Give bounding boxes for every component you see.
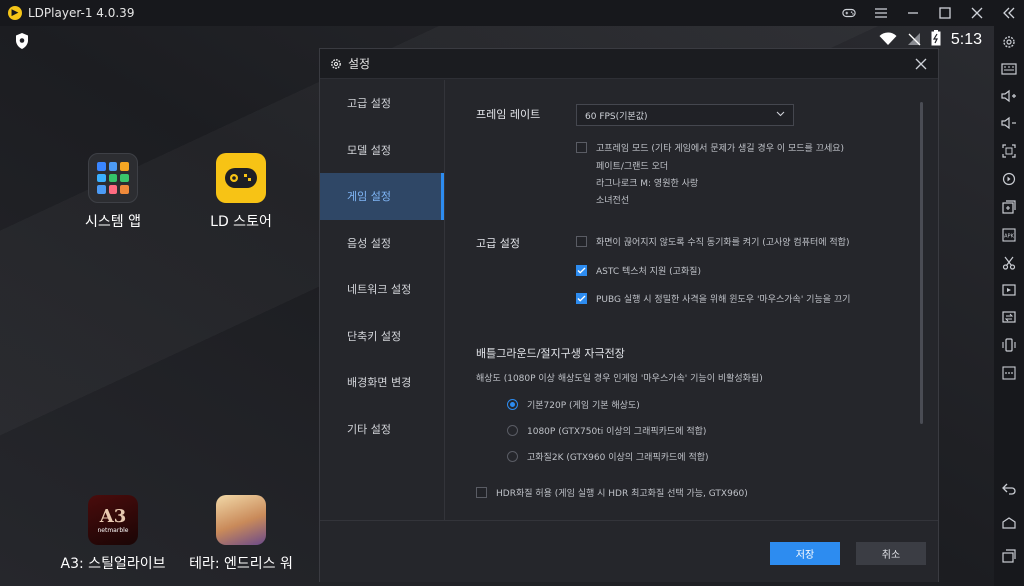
high-frame-mode-option[interactable]: 고프레임 모드 (기타 게임에서 문제가 생길 경우 이 모드를 끄세요) <box>576 141 844 154</box>
advanced-label: 고급 설정 <box>476 237 520 250</box>
app-label: LD 스토어 <box>210 214 272 230</box>
maximize-icon[interactable] <box>938 6 952 20</box>
dialog-title: 설정 <box>348 57 371 71</box>
app-tera-endless-war[interactable]: 테라: 엔드리스 워 <box>186 495 296 573</box>
app-badge: netmarble <box>97 527 129 534</box>
app-label: A3: 스틸얼라이브 <box>60 556 166 572</box>
resolution-radio[interactable] <box>507 425 518 436</box>
more-options-icon[interactable] <box>1001 365 1017 381</box>
high-frame-mode-label: 고프레임 모드 (기타 게임에서 문제가 생길 경우 이 모드를 끄세요) <box>596 144 845 154</box>
battery-icon <box>931 30 941 50</box>
back-icon[interactable] <box>1001 481 1017 497</box>
wifi-icon <box>879 31 897 50</box>
content-scrollbar[interactable] <box>920 102 923 424</box>
cancel-button[interactable]: 취소 <box>856 542 926 565</box>
pubg-mouse-accel-label: PUBG 실행 시 정밀한 사격을 위해 윈도우 '마우스가속' 기능을 끄기 <box>596 295 851 305</box>
nav-network-settings[interactable]: 네트워크 설정 <box>320 266 444 313</box>
nav-wallpaper-change[interactable]: 배경화면 변경 <box>320 359 444 406</box>
sync-icon[interactable] <box>1001 171 1017 187</box>
minimize-icon[interactable] <box>906 6 920 20</box>
fullscreen-icon[interactable] <box>1001 143 1017 159</box>
resolution-radio[interactable] <box>507 399 518 410</box>
pubg-mouse-accel-option[interactable]: PUBG 실행 시 정밀한 사격을 위해 윈도우 '마우스가속' 기능을 끄기 <box>576 292 850 305</box>
app-label: 테라: 엔드리스 워 <box>189 556 293 572</box>
astc-option[interactable]: ASTC 텍스처 지원 (고화질) <box>576 264 701 277</box>
resolution-radio[interactable] <box>507 451 518 462</box>
gamepad-icon[interactable] <box>842 6 856 20</box>
chevron-down-icon <box>776 110 785 120</box>
no-signal-icon <box>907 31 921 50</box>
record-video-icon[interactable] <box>1001 282 1017 298</box>
dialog-header: 설정 <box>320 49 938 79</box>
resolution-option-2k[interactable]: 고화질2K (GTX960 이상의 그래픽카드에 적합) <box>507 450 709 463</box>
ldplayer-logo-icon: ▶ <box>8 6 22 20</box>
emulator-toolbar: APK <box>994 26 1024 586</box>
resolution-label: 1080P (GTX750ti 이상의 그래픽카드에 적합) <box>527 427 707 437</box>
shake-icon[interactable] <box>1001 337 1017 353</box>
app-system-apps[interactable]: 시스템 앱 <box>58 153 168 231</box>
settings-dialog: 설정 고급 설정 모델 설정 게임 설정 음성 설정 네트워크 설정 단축키 설… <box>319 48 939 582</box>
volume-up-icon[interactable] <box>1001 88 1017 104</box>
settings-gear-icon <box>330 58 342 70</box>
vsync-label: 화면이 끊어지지 않도록 수직 동기화를 켜기 (고사양 컴퓨터에 적합) <box>596 238 850 248</box>
app-a3-still-alive[interactable]: A3 netmarble A3: 스틸얼라이브 <box>58 495 168 573</box>
tera-game-icon <box>216 495 266 545</box>
pubg-mouse-accel-checkbox[interactable] <box>576 293 587 304</box>
settings-gear-icon[interactable] <box>1001 34 1017 50</box>
shield-icon <box>14 32 30 50</box>
hdr-option[interactable]: HDR화질 허용 (게임 실행 시 HDR 최고화질 선택 가능, GTX960… <box>476 486 748 499</box>
recent-apps-icon[interactable] <box>1001 548 1017 564</box>
battleground-label: 배틀그라운드/절지구생 자극전장 <box>476 347 625 360</box>
supported-game: 라그나로크 M: 영원한 사랑 <box>596 179 699 189</box>
astc-label: ASTC 텍스처 지원 (고화질) <box>596 267 701 277</box>
app-label: 시스템 앱 <box>85 214 141 230</box>
status-clock: 5:13 <box>950 31 982 48</box>
a3-game-icon: A3 netmarble <box>88 495 138 545</box>
volume-down-icon[interactable] <box>1001 115 1017 131</box>
astc-checkbox[interactable] <box>576 265 587 276</box>
resolution-label: 기본720P (게임 기본 해상도) <box>527 401 640 411</box>
ld-store-gamepad-icon <box>216 153 266 203</box>
supported-game: 페이트/그랜드 오더 <box>596 162 669 172</box>
nav-shortcut-settings[interactable]: 단축키 설정 <box>320 313 444 360</box>
vsync-option[interactable]: 화면이 끊어지지 않도록 수직 동기화를 켜기 (고사양 컴퓨터에 적합) <box>576 235 849 248</box>
nav-model-settings[interactable]: 모델 설정 <box>320 127 444 174</box>
supported-game: 소녀전선 <box>596 196 630 206</box>
resolution-option-1080p[interactable]: 1080P (GTX750ti 이상의 그래픽카드에 적합) <box>507 424 706 437</box>
frame-rate-label: 프레임 레이트 <box>476 108 541 121</box>
settings-content: 프레임 레이트 60 FPS(기본값) 고프레임 모드 (기타 게임에서 문제가… <box>446 80 938 520</box>
window-title: LDPlayer-1 4.0.39 <box>28 6 135 20</box>
nav-game-settings[interactable]: 게임 설정 <box>320 173 444 220</box>
vsync-checkbox[interactable] <box>576 236 587 247</box>
app-ld-store[interactable]: LD 스토어 <box>186 153 296 231</box>
hdr-label: HDR화질 허용 (게임 실행 시 HDR 최고화질 선택 가능, GTX960… <box>496 489 748 499</box>
apk-install-icon[interactable]: APK <box>1001 227 1017 243</box>
keyboard-icon[interactable] <box>1001 61 1017 77</box>
add-window-icon[interactable] <box>1001 199 1017 215</box>
svg-text:APK: APK <box>1004 234 1014 240</box>
save-button[interactable]: 저장 <box>770 542 840 565</box>
menu-icon[interactable] <box>874 6 888 20</box>
nav-audio-settings[interactable]: 음성 설정 <box>320 220 444 267</box>
close-icon[interactable] <box>914 56 928 70</box>
scissors-icon[interactable] <box>1001 255 1017 271</box>
share-folder-icon[interactable] <box>1001 309 1017 325</box>
title-bar: ▶ LDPlayer-1 4.0.39 <box>0 0 1024 26</box>
nav-advanced-settings[interactable]: 고급 설정 <box>320 80 444 127</box>
hdr-checkbox[interactable] <box>476 487 487 498</box>
high-frame-mode-checkbox[interactable] <box>576 142 587 153</box>
resolution-label: 고화질2K (GTX960 이상의 그래픽카드에 적합) <box>527 453 709 463</box>
collapse-sidebar-icon[interactable] <box>1002 6 1016 20</box>
system-apps-icon <box>88 153 138 203</box>
frame-rate-select[interactable]: 60 FPS(기본값) <box>576 104 794 126</box>
resolution-option-720p[interactable]: 기본720P (게임 기본 해상도) <box>507 398 640 411</box>
nav-other-settings[interactable]: 기타 설정 <box>320 406 444 453</box>
settings-nav: 고급 설정 모델 설정 게임 설정 음성 설정 네트워크 설정 단축키 설정 배… <box>320 80 445 520</box>
home-icon[interactable] <box>1001 515 1017 531</box>
resolution-description: 해상도 (1080P 이상 해상도일 경우 인게임 '마우스가속' 기능이 비활… <box>476 374 763 384</box>
dialog-footer: 저장 취소 <box>320 520 938 582</box>
frame-rate-value: 60 FPS(기본값) <box>585 111 648 122</box>
close-window-icon[interactable] <box>970 6 984 20</box>
